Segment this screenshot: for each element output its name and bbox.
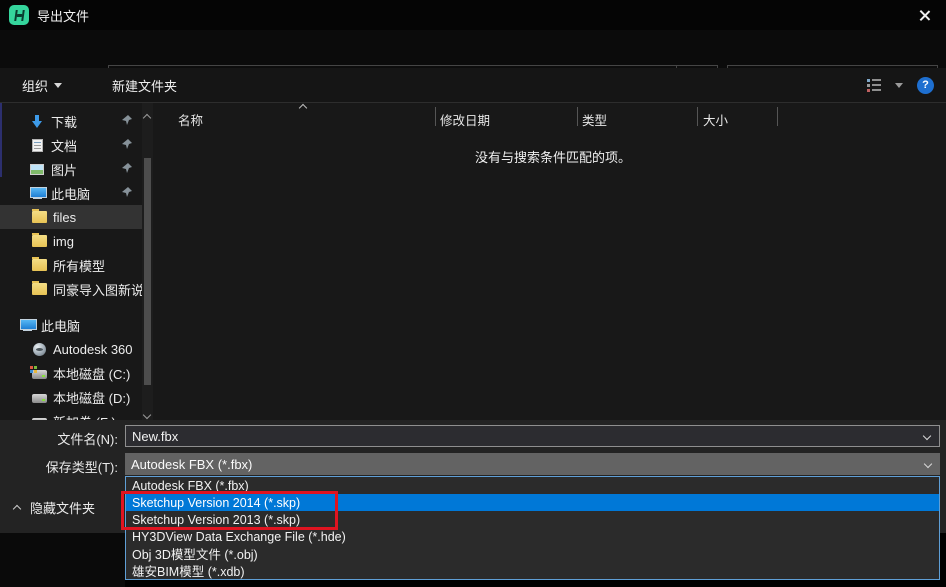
annotation-red-box (121, 491, 338, 530)
column-divider[interactable] (435, 107, 436, 126)
folder-icon (32, 259, 47, 271)
filename-input[interactable] (126, 429, 924, 444)
dialog-bottom-gap (0, 533, 125, 587)
chevron-down-icon (54, 83, 62, 88)
column-header-type[interactable]: 类型 (582, 110, 607, 129)
help-button[interactable]: ? (917, 77, 934, 94)
organize-button[interactable]: 组织 (12, 76, 72, 95)
folder-icon (32, 283, 47, 295)
sidebar-item-disk-c[interactable]: 本地磁盘 (C:) (0, 361, 142, 385)
filename-combobox[interactable] (125, 425, 940, 447)
autodesk-360-icon (33, 343, 46, 356)
pin-icon (122, 115, 132, 125)
sidebar-item-autodesk-360[interactable]: Autodesk 360 (0, 337, 142, 361)
filename-label: 文件名(N): (18, 429, 118, 448)
savetype-label: 保存类型(T): (18, 457, 118, 476)
app-logo-icon (9, 5, 29, 25)
sidebar-item-downloads[interactable]: 下载 (0, 109, 142, 133)
filetype-option-obj[interactable]: Obj 3D模型文件 (*.obj) (126, 545, 939, 562)
column-header-size[interactable]: 大小 (703, 110, 728, 129)
file-list: 名称 修改日期 类型 大小 没有与搜索条件匹配的项。 (160, 103, 946, 420)
scroll-down-icon[interactable] (144, 405, 150, 420)
help-icon: ? (922, 79, 929, 91)
computer-icon (20, 319, 35, 332)
system-drive-icon (32, 370, 47, 379)
sidebar: 下载 文档 图片 此电脑 files img 所有模型 (0, 103, 160, 420)
column-divider[interactable] (577, 107, 578, 126)
drive-icon (32, 394, 47, 403)
new-folder-button[interactable]: 新建文件夹 (102, 76, 187, 95)
column-header-date[interactable]: 修改日期 (440, 110, 490, 129)
empty-results-message: 没有与搜索条件匹配的项。 (160, 147, 946, 166)
sidebar-item-this-pc[interactable]: 此电脑 (0, 313, 142, 337)
sidebar-item-tonghao[interactable]: 同豪导入图新说 (0, 277, 142, 301)
pin-icon (122, 163, 132, 173)
organize-label: 组织 (22, 76, 48, 95)
chevron-up-icon (13, 505, 21, 513)
computer-icon (30, 187, 45, 200)
pin-icon (122, 139, 132, 149)
sidebar-item-img[interactable]: img (0, 229, 142, 253)
chevron-down-icon[interactable] (923, 432, 931, 440)
picture-icon (30, 164, 44, 175)
title-bar: 导出文件 (0, 0, 946, 30)
sidebar-item-new-volume[interactable]: 新加卷 (F:) (0, 409, 142, 420)
view-options-chevron-icon[interactable] (895, 83, 903, 88)
column-divider[interactable] (697, 107, 698, 126)
main-area: 下载 文档 图片 此电脑 files img 所有模型 (0, 103, 946, 420)
window-title: 导出文件 (37, 6, 89, 25)
navigation-bar: ← → ↑ 此电脑 桌面 files 路易导出模型 (0, 30, 946, 68)
sidebar-item-pictures[interactable]: 图片 (0, 157, 142, 181)
pin-icon (122, 187, 132, 197)
folder-icon (32, 235, 47, 247)
hide-folders-button[interactable]: 隐藏文件夹 (14, 498, 95, 517)
column-divider[interactable] (777, 107, 778, 126)
scrollbar-thumb[interactable] (144, 158, 151, 385)
filetype-option-xdb[interactable]: 雄安BIM模型 (*.xdb) (126, 562, 939, 579)
close-button[interactable] (910, 4, 938, 26)
folder-icon (32, 211, 47, 223)
savetype-combobox[interactable]: Autodesk FBX (*.fbx) (125, 453, 940, 475)
download-icon (32, 115, 42, 128)
sidebar-item-files[interactable]: files (0, 205, 142, 229)
details-view-icon[interactable] (867, 79, 881, 91)
sidebar-item-all-models[interactable]: 所有模型 (0, 253, 142, 277)
column-header-name[interactable]: 名称 (178, 110, 203, 129)
sidebar-scrollbar[interactable] (142, 103, 153, 420)
sidebar-item-this-pc-quick[interactable]: 此电脑 (0, 181, 142, 205)
new-folder-label: 新建文件夹 (112, 76, 177, 95)
close-icon (918, 9, 931, 22)
hide-folders-label: 隐藏文件夹 (30, 498, 95, 517)
sidebar-item-documents[interactable]: 文档 (0, 133, 142, 157)
document-icon (32, 139, 43, 152)
savetype-value: Autodesk FBX (*.fbx) (125, 457, 252, 472)
sidebar-item-disk-d[interactable]: 本地磁盘 (D:) (0, 385, 142, 409)
command-toolbar: 组织 新建文件夹 ? (0, 68, 946, 103)
filetype-option-hde[interactable]: HY3DView Data Exchange File (*.hde) (126, 528, 939, 545)
sort-ascending-icon (299, 104, 307, 112)
scroll-up-icon[interactable] (144, 108, 150, 126)
chevron-down-icon[interactable] (924, 460, 932, 468)
